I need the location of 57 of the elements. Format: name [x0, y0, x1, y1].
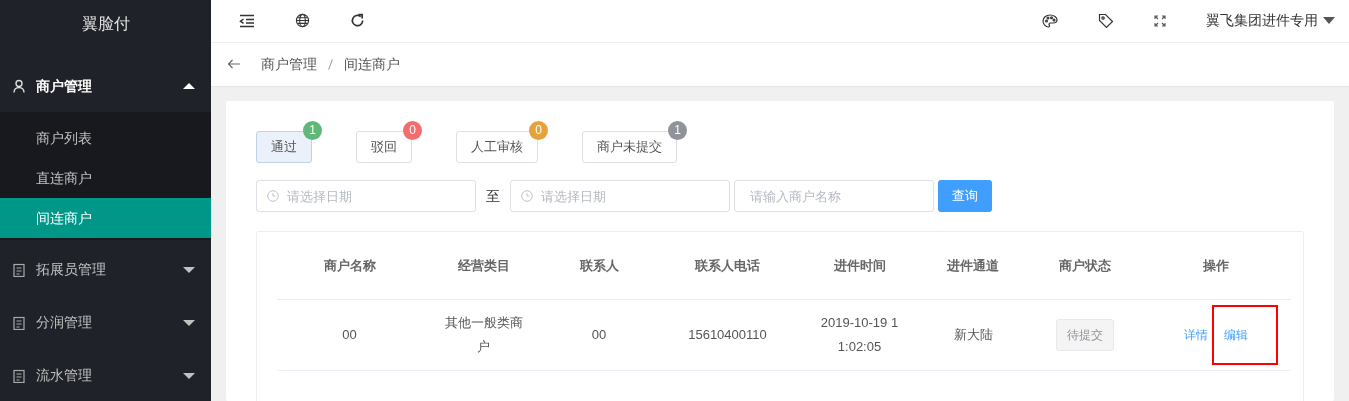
date-field[interactable]: 请选择日期	[510, 180, 730, 212]
menu-toggle-icon[interactable]	[239, 13, 255, 28]
range-separator: 至	[486, 186, 500, 206]
column-header: 商户名称	[323, 257, 376, 273]
count-badge: 0	[529, 121, 548, 140]
clipboard-icon	[12, 368, 26, 383]
user-icon	[12, 79, 26, 93]
menu-group[interactable]: 流水管理	[0, 352, 211, 399]
table-cell-text: 00	[590, 325, 608, 344]
submenu-item[interactable]: 间连商户	[0, 198, 211, 238]
back-arrow-icon[interactable]	[227, 59, 241, 70]
fullscreen-icon[interactable]	[1154, 14, 1166, 27]
clock-icon	[521, 190, 533, 202]
column-header: 进件时间	[833, 257, 886, 273]
date-field[interactable]: 请选择日期	[256, 180, 476, 212]
count-badge: 0	[403, 121, 422, 140]
column-header: 联系人	[579, 257, 619, 273]
count-badge: 1	[668, 121, 687, 140]
table-cell-text: 15610400110	[687, 325, 768, 344]
breadcrumb-item[interactable]: 间连商户	[344, 53, 400, 75]
count-badge: 1	[303, 121, 322, 140]
menu-label: 流水管理	[36, 366, 93, 385]
menu-label: 拓展员管理	[36, 260, 107, 279]
clipboard-icon	[12, 262, 26, 277]
status-tag: 待提交	[1056, 318, 1114, 351]
globe-icon[interactable]	[295, 13, 310, 29]
refresh-icon[interactable]	[350, 13, 365, 29]
menu-group[interactable]: 分润管理	[0, 299, 211, 346]
clock-icon	[267, 190, 279, 202]
breadcrumb-item[interactable]: 商户管理	[261, 53, 317, 75]
column-header: 进件通道	[947, 257, 999, 273]
column-header: 联系人电话	[695, 257, 760, 273]
table-cell-text: 00	[341, 325, 358, 344]
menu-group[interactable]: 拓展员管理	[0, 246, 211, 293]
caret-up-icon	[183, 83, 195, 89]
submenu-item[interactable]: 商户列表	[0, 118, 211, 158]
caret-down-icon	[1323, 17, 1335, 25]
submenu-item[interactable]: 直连商户	[0, 158, 211, 198]
tag-icon[interactable]	[1098, 12, 1114, 29]
caret-down-icon	[183, 266, 195, 273]
palette-icon[interactable]	[1042, 13, 1058, 28]
user-menu[interactable]: 翼飞集团进件专用	[1206, 10, 1335, 32]
table-cell-text: 2019-10-19 11:02:05	[819, 313, 900, 356]
table-cell-text: 其他一般类商户	[443, 313, 524, 356]
status-filter-button[interactable]: 商户未提交	[582, 131, 677, 163]
caret-down-icon	[183, 372, 195, 379]
clipboard-icon	[12, 315, 26, 330]
column-header: 经营类目	[457, 257, 510, 273]
menu-label: 商户管理	[36, 76, 93, 96]
column-header: 操作	[1203, 257, 1229, 273]
column-header: 商户状态	[1059, 257, 1111, 273]
menu-label: 分润管理	[36, 313, 93, 332]
table-cell-text: 新大陆	[952, 325, 994, 344]
status-filter-button[interactable]: 通过	[256, 131, 312, 163]
merchant-name-field[interactable]: 请输入商户名称	[734, 180, 934, 212]
menu-group[interactable]: 商户管理	[0, 60, 211, 112]
caret-down-icon	[183, 319, 195, 326]
